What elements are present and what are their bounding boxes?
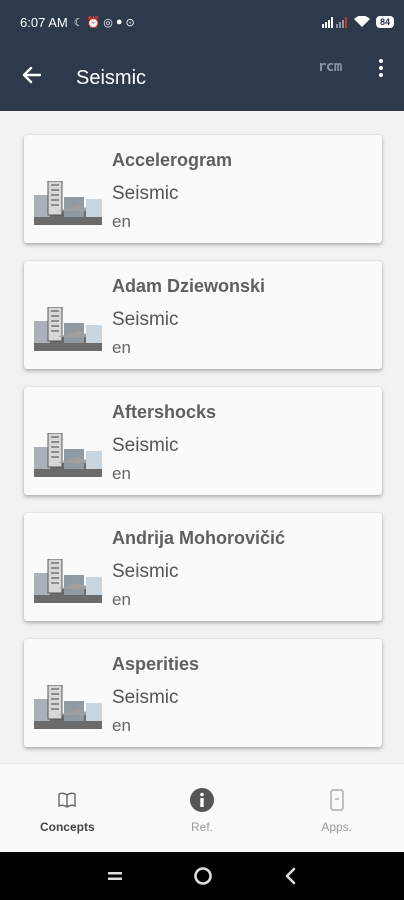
battery-indicator: 84: [375, 16, 394, 28]
moon-icon: ☾: [73, 16, 84, 29]
status-time: 6:07 AM: [20, 14, 68, 30]
building-thumbnail-icon: [34, 181, 102, 225]
item-category: Seismic: [112, 309, 179, 330]
list-item[interactable]: Asperities Seismic en: [24, 639, 382, 747]
item-language: en: [112, 590, 131, 609]
clock-icon: ⊙: [125, 16, 135, 29]
item-title: Aftershocks: [112, 402, 217, 422]
rcm-logo: rcm: [318, 59, 342, 75]
building-thumbnail-icon: [34, 433, 102, 477]
info-icon: [190, 788, 214, 812]
item-category: Seismic: [112, 687, 179, 708]
item-title: Adam Dziewonski: [112, 276, 266, 296]
alarm-icon: ⏰: [86, 16, 101, 29]
page-title: Seismic: [76, 67, 147, 89]
phone-icon: [329, 789, 344, 811]
item-title: Andrija Mohorovičić: [112, 528, 286, 548]
status-bar: 6:07 AM ☾ ⏰ ◎ ● ⊙ 84: [0, 0, 404, 44]
tab-label: Concepts: [39, 820, 95, 834]
item-language: en: [112, 212, 131, 231]
chat-icon: ●: [115, 16, 123, 28]
building-thumbnail-icon: [34, 307, 102, 351]
whatsapp-icon: ◎: [103, 16, 113, 29]
item-title: Accelerogram: [112, 150, 233, 170]
list-item[interactable]: Andrija Mohorovičić Seismic en: [24, 513, 382, 621]
item-language: en: [112, 716, 131, 735]
item-language: en: [112, 464, 131, 483]
more-vert-icon: [379, 59, 383, 63]
item-category: Seismic: [112, 561, 179, 582]
tab-concepts[interactable]: Concepts: [0, 764, 135, 852]
overflow-menu-button[interactable]: [372, 56, 390, 80]
item-category: Seismic: [112, 435, 179, 456]
list-item[interactable]: Aftershocks Seismic en: [24, 387, 382, 495]
bottom-navigation: Concepts Ref. Apps.: [0, 763, 404, 852]
list-item[interactable]: Adam Dziewonski Seismic en: [24, 261, 382, 369]
item-language: en: [112, 338, 131, 357]
system-back-button[interactable]: [283, 867, 297, 885]
system-navigation-bar: [0, 852, 404, 900]
home-button[interactable]: [193, 866, 213, 886]
item-title: Asperities: [112, 654, 200, 674]
item-category: Seismic: [112, 183, 179, 204]
notification-icons: ☾ ⏰ ◎ ● ⊙: [74, 16, 135, 29]
back-button[interactable]: [16, 60, 46, 90]
signal-icon: [321, 17, 347, 28]
app-bar: Seismic rcm: [0, 44, 404, 111]
tab-label: Ref.: [191, 820, 214, 834]
building-thumbnail-icon: [34, 559, 102, 603]
list-item[interactable]: Accelerogram Seismic en: [24, 135, 382, 243]
arrow-left-icon: [22, 66, 41, 84]
tab-label: Apps.: [321, 820, 353, 834]
tab-ref[interactable]: Ref.: [135, 764, 270, 852]
wifi-icon: [353, 16, 370, 27]
concept-list[interactable]: Accelerogram Seismic en Adam Dziewonski …: [0, 111, 404, 763]
building-thumbnail-icon: [34, 685, 102, 729]
recents-button[interactable]: [107, 869, 123, 883]
book-icon: [58, 792, 77, 808]
tab-apps[interactable]: Apps.: [269, 764, 404, 852]
